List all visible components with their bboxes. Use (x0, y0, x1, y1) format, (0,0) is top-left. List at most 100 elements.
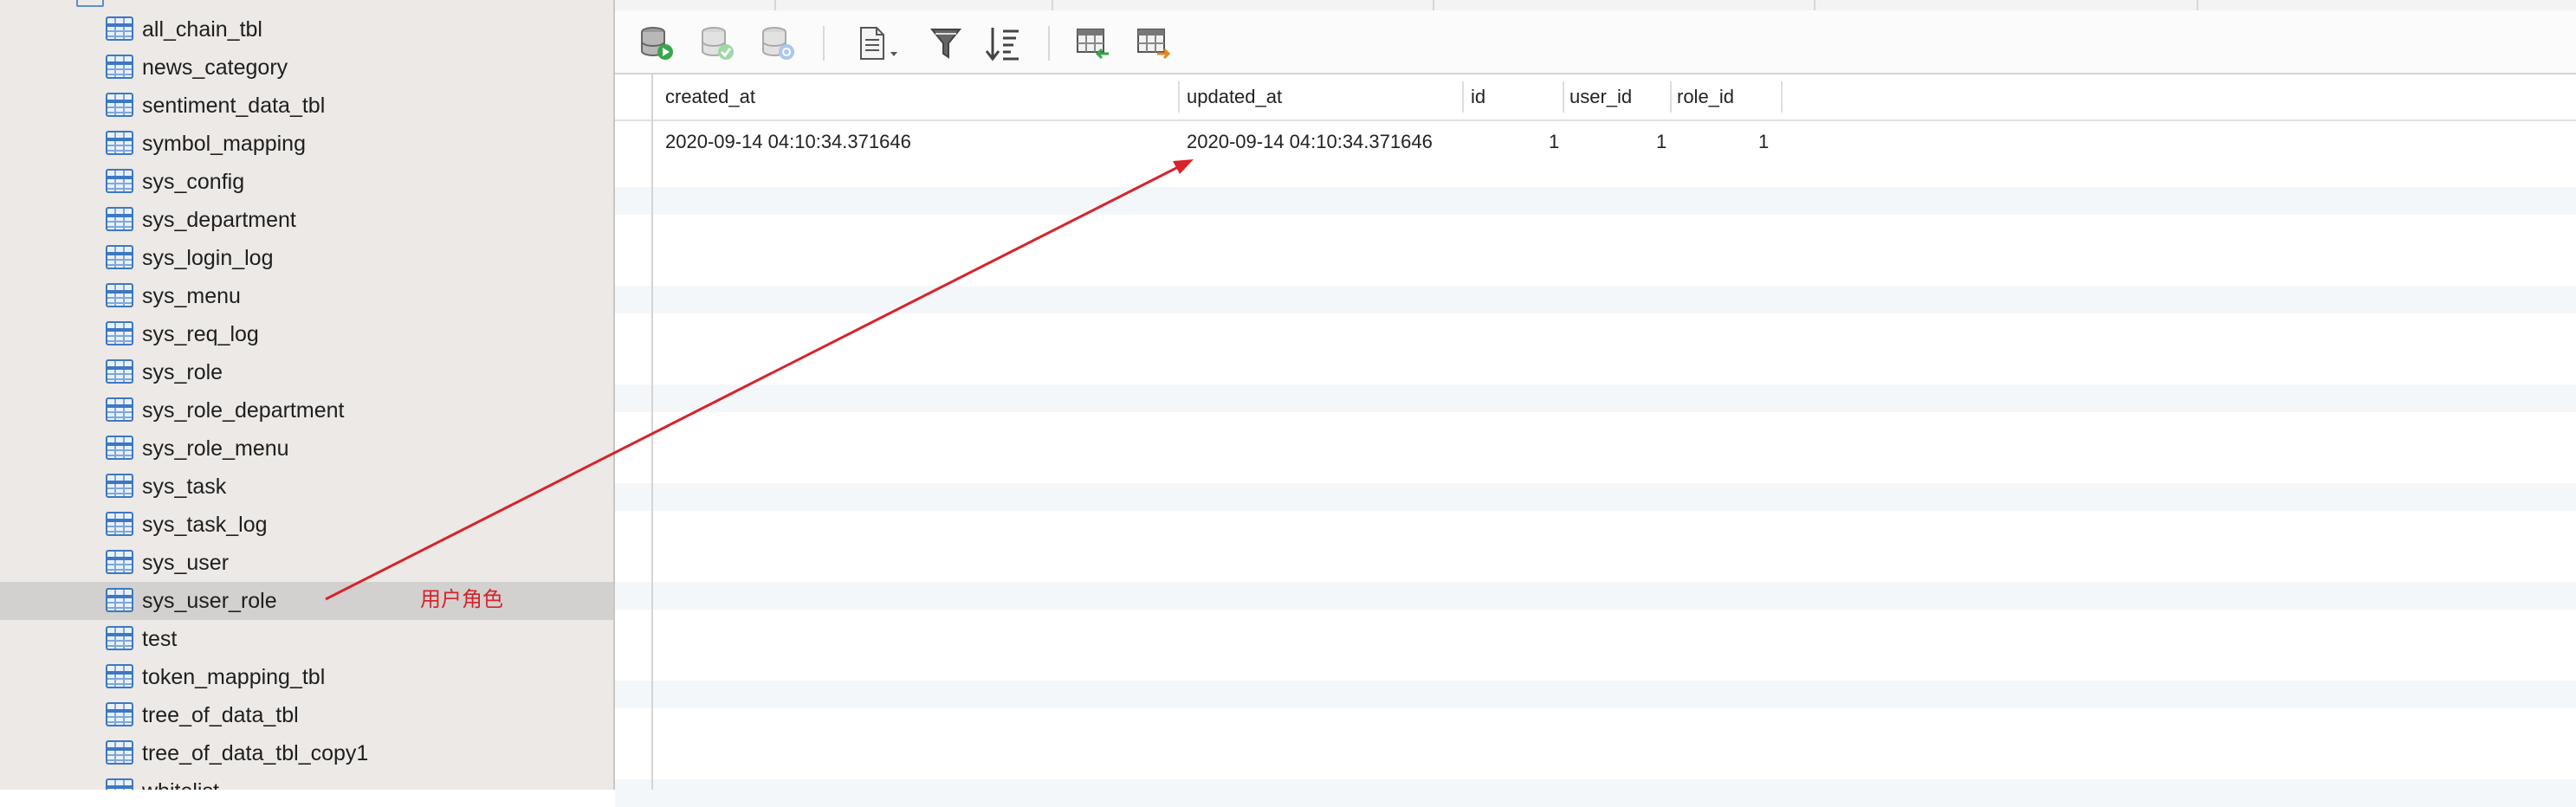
tab-divider (774, 0, 776, 10)
table-icon (106, 588, 133, 612)
sidebar-item-all-chain-tbl[interactable]: all_chain_tbl (0, 10, 613, 48)
table-icon (106, 740, 133, 765)
sidebar-item-label: tree_of_data_tbl (142, 703, 299, 727)
grid-row-band (615, 286, 2576, 313)
tab-divider (1433, 0, 1434, 10)
sidebar: all_chain_tbl news_category sentiment_da… (0, 0, 615, 790)
sidebar-item-sys-role-menu[interactable]: sys_role_menu (0, 429, 613, 468)
sidebar-item-label: sys_task (142, 475, 227, 499)
sidebar-item-sys-role[interactable]: sys_role (0, 353, 613, 391)
sidebar-item-tree-of-data-tbl-copy1[interactable]: tree_of_data_tbl_copy1 (0, 734, 613, 772)
sidebar-item-token-mapping-tbl[interactable]: token_mapping_tbl (0, 658, 613, 696)
db-info-icon[interactable] (759, 24, 797, 62)
annotation-label: 用户角色 (420, 588, 503, 611)
sidebar-item-label: sys_task_log (142, 513, 268, 537)
table-icon (106, 359, 133, 384)
toolbar (615, 10, 2576, 74)
column-resize-handle[interactable] (1462, 81, 1464, 113)
sidebar-item-sys-task-log[interactable]: sys_task_log (0, 506, 613, 544)
column-header-id[interactable]: id (1471, 74, 1485, 119)
cell-updated-at[interactable]: 2020-09-14 04:10:34.371646 (1187, 123, 1433, 161)
table-icon (106, 474, 133, 498)
sidebar-item-label: sys_role (142, 360, 223, 384)
sidebar-item-label: sys_user (142, 551, 230, 575)
sidebar-item-label: sys_department (142, 208, 296, 232)
sidebar-item-label: sys_login_log (142, 246, 274, 270)
table-icon (106, 93, 133, 117)
sidebar-item-sys-user-role[interactable]: sys_user_role (0, 582, 613, 620)
sidebar-item-label: sys_req_log (142, 322, 259, 346)
filter-icon[interactable] (927, 24, 965, 62)
table-icon (106, 397, 133, 422)
sidebar-item-label: test (142, 627, 178, 651)
db-apply-icon[interactable] (698, 24, 736, 62)
sidebar-item-sentiment-data-tbl[interactable]: sentiment_data_tbl (0, 87, 613, 125)
sidebar-item-news-category[interactable]: news_category (0, 48, 613, 87)
grid-row-band (615, 483, 2576, 511)
grid-row-band (615, 582, 2576, 610)
table-icon (106, 283, 133, 307)
sidebar-item-test[interactable]: test (0, 620, 613, 658)
sidebar-item-label: sys_role_menu (142, 436, 289, 461)
column-header-updated-at[interactable]: updated_at (1187, 74, 1282, 119)
cell-created-at[interactable]: 2020-09-14 04:10:34.371646 (665, 123, 911, 161)
column-resize-handle[interactable] (1670, 81, 1672, 113)
column-resize-handle[interactable] (1781, 81, 1783, 113)
table-icon (106, 16, 133, 41)
cell-role-id[interactable]: 1 (1758, 123, 1769, 161)
column-header-user-id[interactable]: user_id (1570, 74, 1632, 119)
sidebar-item-label: sys_role_department (142, 398, 345, 423)
tab-divider (1814, 0, 1815, 10)
table-icon (106, 550, 133, 574)
sidebar-item-sys-req-log[interactable]: sys_req_log (0, 315, 613, 353)
sidebar-item-label: sentiment_data_tbl (142, 94, 326, 118)
grid-row-band (615, 384, 2576, 412)
cell-id[interactable]: 1 (1549, 123, 1559, 161)
table-icon (106, 512, 133, 536)
table-icon (106, 778, 133, 790)
sidebar-item-label: whitelist (142, 772, 219, 790)
table-icon (106, 626, 133, 650)
toolbar-separator (1048, 26, 1050, 61)
toolbar-separator (823, 26, 825, 61)
sidebar-item-symbol-mapping[interactable]: symbol_mapping (0, 125, 613, 163)
row-gutter (651, 74, 653, 790)
sidebar-item-label: token_mapping_tbl (142, 665, 326, 689)
column-header-created-at[interactable]: created_at (665, 74, 755, 119)
table-icon (106, 245, 133, 269)
sidebar-item-sys-config[interactable]: sys_config (0, 163, 613, 201)
cell-user-id[interactable]: 1 (1656, 123, 1667, 161)
sidebar-item-sys-role-department[interactable]: sys_role_department (0, 391, 613, 429)
sidebar-item-tree-of-data-tbl[interactable]: tree_of_data_tbl (0, 696, 613, 734)
column-resize-handle[interactable] (1563, 81, 1564, 113)
sidebar-item-sys-user[interactable]: sys_user (0, 544, 613, 582)
table-icon (106, 55, 133, 79)
document-menu-icon[interactable] (854, 24, 906, 62)
main-panel: created_at updated_at id user_id role_id… (615, 0, 2576, 807)
export-table-icon[interactable] (1135, 24, 1173, 62)
table-icon (106, 702, 133, 726)
grid-row-band (615, 681, 2576, 708)
table-icon (106, 436, 133, 460)
sidebar-item-label: sys_config (142, 170, 245, 194)
table-icon (106, 664, 133, 688)
table-icon (106, 131, 133, 155)
sort-icon[interactable] (984, 24, 1022, 62)
sidebar-item-sys-task[interactable]: sys_task (0, 468, 613, 506)
db-run-icon[interactable] (638, 24, 676, 62)
sidebar-item-sys-menu[interactable]: sys_menu (0, 277, 613, 315)
sidebar-item-label: tree_of_data_tbl_copy1 (142, 741, 369, 765)
sidebar-item-label: sys_user_role (142, 589, 277, 613)
sidebar-item-sys-login-log[interactable]: sys_login_log (0, 239, 613, 277)
table-icon (106, 321, 133, 345)
sidebar-item-whitelist[interactable]: whitelist (0, 772, 613, 790)
grid-row-band (615, 187, 2576, 215)
column-header-role-id[interactable]: role_id (1677, 74, 1734, 119)
sidebar-item-sys-department[interactable]: sys_department (0, 201, 613, 239)
grid-row-band (615, 779, 2576, 807)
column-resize-handle[interactable] (1178, 81, 1180, 113)
import-table-icon[interactable] (1074, 24, 1112, 62)
sidebar-item-label: all_chain_tbl (142, 17, 262, 42)
sidebar-item-label: news_category (142, 55, 288, 80)
tab-divider (2197, 0, 2198, 10)
